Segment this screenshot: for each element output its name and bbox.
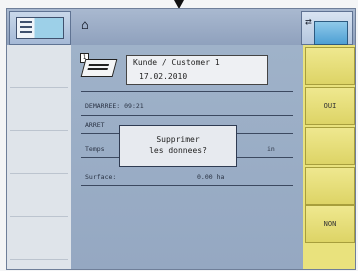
left-softkey-column <box>7 45 71 269</box>
left-softkey-1[interactable] <box>10 45 68 88</box>
home-icon[interactable]: ⌂ <box>81 18 89 33</box>
divider <box>81 185 293 186</box>
swap-icon: ⇄ <box>305 15 312 28</box>
stop-label: ARRET <box>85 121 105 129</box>
dialog-line-1: Supprimer <box>156 135 200 144</box>
area-label: Surface: <box>85 173 117 181</box>
customer-name: Kunde / Customer 1 <box>133 58 220 67</box>
right-softkey-4[interactable] <box>305 167 355 205</box>
right-softkey-column: OUI NON <box>303 45 355 269</box>
time-label: Temps <box>85 145 105 153</box>
dialog-line-2: les donnees? <box>149 146 207 155</box>
customer-box[interactable]: Kunde / Customer 1 17.02.2010 <box>126 55 268 85</box>
divider <box>81 91 293 92</box>
calendar-graphic <box>16 17 64 39</box>
time-unit-label: in <box>267 145 275 153</box>
right-softkey-1[interactable] <box>305 47 355 85</box>
main-panel: 1 Kunde / Customer 1 17.02.2010 DEMARREE… <box>71 45 303 269</box>
folder-icon <box>314 21 348 45</box>
right-softkey-3[interactable] <box>305 127 355 165</box>
left-softkey-2[interactable] <box>10 88 68 131</box>
yes-button[interactable]: OUI <box>305 87 355 125</box>
left-softkey-3[interactable] <box>10 131 68 174</box>
top-bar: ⌂ ⇄ <box>7 9 355 45</box>
customer-card-icon <box>80 59 118 77</box>
area-value: 0.00 ha <box>197 173 225 181</box>
delete-confirm-dialog: Supprimer les donnees? <box>119 125 237 167</box>
left-softkey-5[interactable] <box>10 217 68 260</box>
start-time-label: DEMARREE: 09:21 <box>85 102 144 110</box>
left-softkey-4[interactable] <box>10 174 68 217</box>
terminal-screen: ⌂ ⇄ 1 Kunde / Customer 1 17.02.2010 DEMA… <box>6 8 356 270</box>
customer-date: 17.02.2010 <box>139 72 188 81</box>
no-button[interactable]: NON <box>305 205 355 243</box>
calendar-icon[interactable] <box>9 11 71 45</box>
folder-button[interactable]: ⇄ <box>301 11 353 45</box>
divider <box>81 115 293 116</box>
